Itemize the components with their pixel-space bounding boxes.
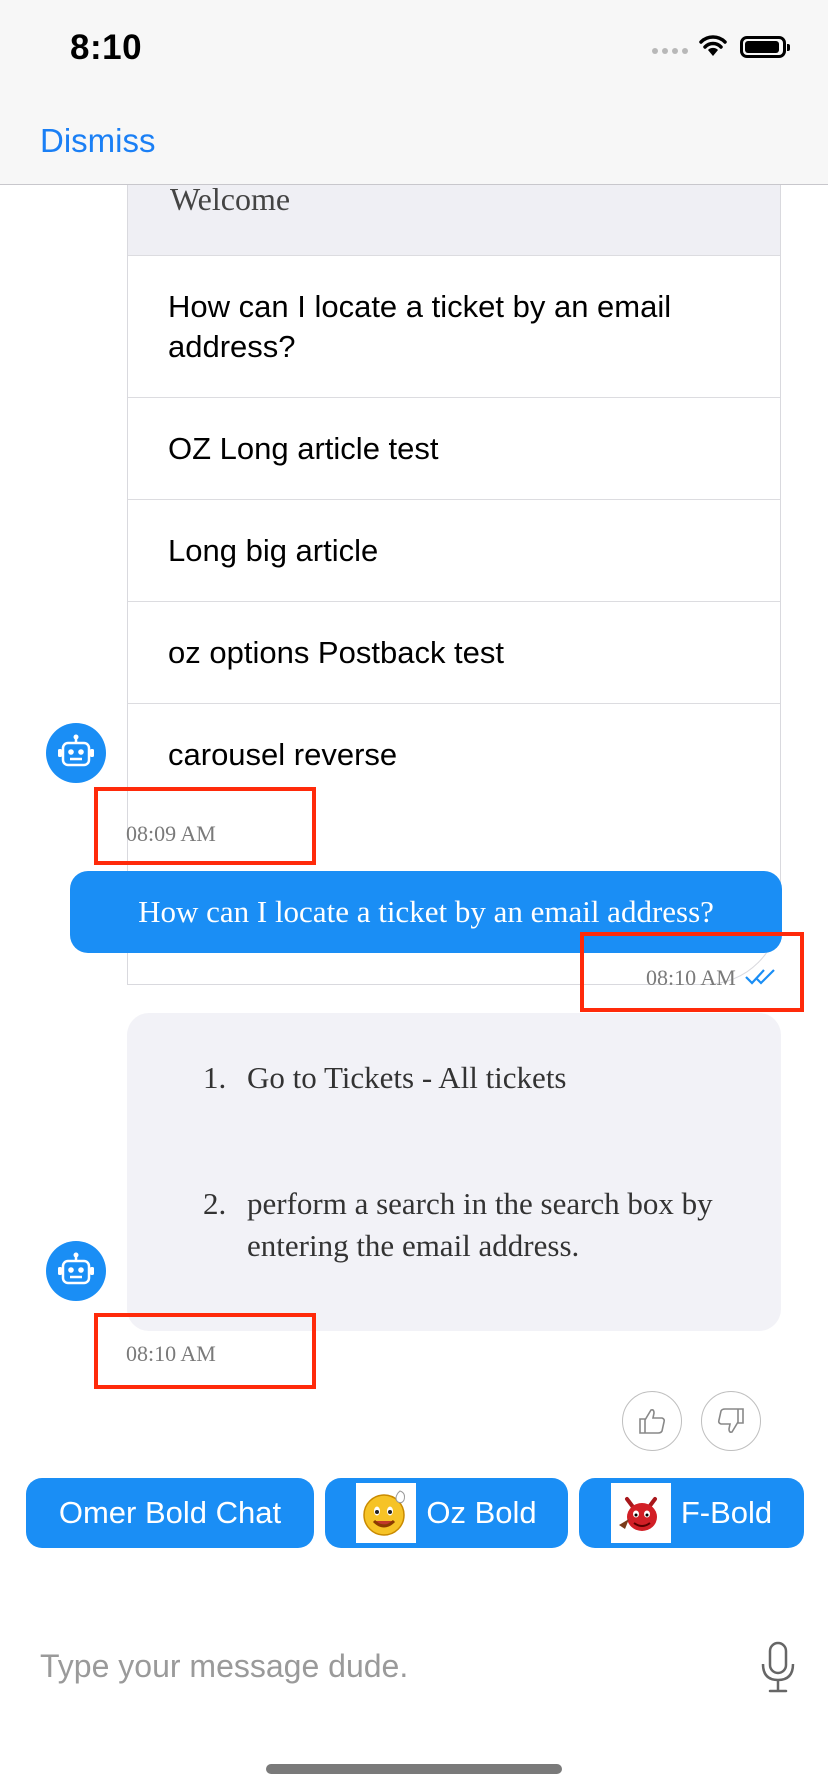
home-indicator[interactable] [266,1764,562,1774]
message-composer [0,1610,828,1730]
user-message-text: How can I locate a ticket by an email ad… [138,894,714,929]
robot-icon [58,1252,94,1285]
quick-reply-button[interactable]: Omer Bold Chat [26,1478,314,1548]
thumbs-up-icon [639,1409,666,1434]
message-input[interactable] [40,1636,730,1696]
smiley-waving-icon [356,1483,417,1543]
robot-icon [58,734,94,767]
highlight-box [580,932,804,1012]
cellular-signal-icon [652,48,688,54]
chat-transcript[interactable]: Welcome How can I locate a ticket by an … [0,185,828,1475]
menu-header-title: Welcome [170,185,291,217]
menu-option[interactable]: OZ Long article test [128,397,780,499]
answer-step: 2. perform a search in the search box by… [203,1186,713,1263]
answer-step: 1. Go to Tickets - All tickets [203,1060,567,1095]
bot-menu-card: Welcome How can I locate a ticket by an … [127,185,781,985]
wifi-icon [699,35,727,56]
navigation-bar: Dismiss [0,100,828,185]
battery-icon [740,36,790,58]
bot-avatar [46,723,106,783]
bot-answer-bubble: 1. Go to Tickets - All tickets 2. perfor… [127,1013,781,1331]
quick-reply-button[interactable]: Oz Bold [325,1478,568,1548]
quick-reply-button[interactable]: F-Bold [579,1478,804,1548]
highlight-box [94,787,316,865]
menu-header: Welcome [128,185,780,255]
menu-option[interactable]: Long big article [128,499,780,601]
menu-option[interactable]: How can I locate a ticket by an email ad… [128,255,780,397]
thumbs-down-button[interactable] [701,1391,761,1451]
thumbs-down-icon [717,1408,744,1433]
status-bar: 8:10 [0,0,828,100]
highlight-box [94,1313,316,1389]
red-devil-icon [610,1483,671,1543]
microphone-icon[interactable] [758,1640,798,1696]
status-time: 8:10 [70,28,143,67]
bot-avatar [46,1241,106,1301]
menu-option[interactable]: oz options Postback test [128,601,780,703]
quick-replies: Omer Bold Chat Oz Bold F-Bold [0,1478,828,1550]
thumbs-up-button[interactable] [622,1391,682,1451]
dismiss-button[interactable]: Dismiss [40,122,155,160]
